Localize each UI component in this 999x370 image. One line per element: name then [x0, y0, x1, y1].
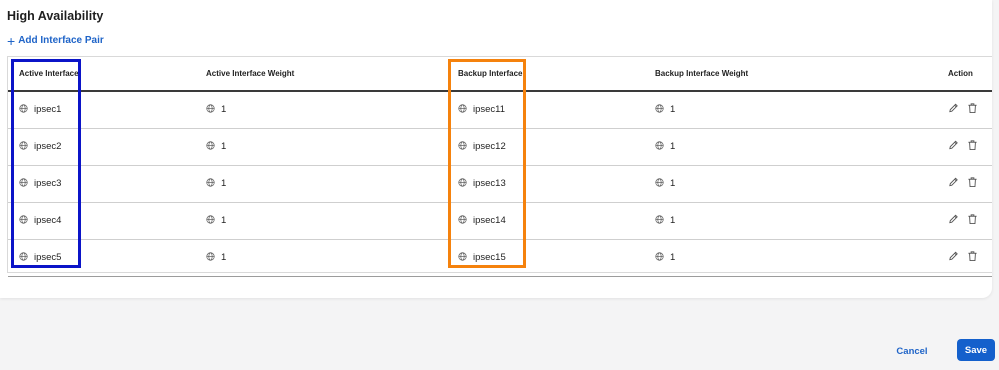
trash-icon[interactable]	[967, 176, 978, 191]
trash-icon[interactable]	[967, 213, 978, 228]
backup-interface-cell: ipsec13	[447, 165, 647, 203]
active-interface-value: ipsec4	[34, 215, 62, 226]
header-backup-interface: Backup Interface	[447, 57, 647, 92]
save-button[interactable]: Save	[957, 339, 995, 361]
globe-icon	[206, 214, 215, 227]
backup-interface-value: ipsec12	[473, 141, 506, 152]
backup-weight-cell: 1	[647, 128, 907, 166]
globe-icon	[655, 177, 664, 190]
active-interface-cell: ipsec2	[8, 128, 195, 166]
backup-interface-cell: ipsec14	[447, 202, 647, 240]
backup-weight-value: 1	[670, 141, 676, 152]
globe-icon	[458, 214, 467, 227]
backup-weight-cell: 1	[647, 239, 907, 277]
active-interface-cell: ipsec4	[8, 202, 195, 240]
table-row: ipsec1 1 ipsec11 1	[8, 91, 992, 129]
globe-icon	[19, 251, 28, 264]
active-weight-cell: 1	[195, 165, 447, 203]
pencil-icon[interactable]	[948, 213, 959, 228]
globe-icon	[655, 140, 664, 153]
trash-icon[interactable]	[967, 250, 978, 265]
plus-icon: +	[7, 32, 16, 49]
interface-pair-table: Active Interface Active Interface Weight…	[7, 56, 992, 277]
globe-icon	[206, 251, 215, 264]
globe-icon	[19, 214, 28, 227]
action-cell	[907, 91, 992, 129]
globe-icon	[206, 177, 215, 190]
backup-interface-value: ipsec13	[473, 178, 506, 189]
backup-weight-cell: 1	[647, 165, 907, 203]
globe-icon	[458, 251, 467, 264]
active-weight-cell: 1	[195, 202, 447, 240]
active-interface-cell: ipsec1	[8, 91, 195, 129]
backup-interface-cell: ipsec15	[447, 239, 647, 277]
globe-icon	[458, 177, 467, 190]
header-active-interface: Active Interface	[8, 57, 195, 92]
backup-interface-cell: ipsec12	[447, 128, 647, 166]
backup-weight-value: 1	[670, 252, 676, 263]
high-availability-card: High Availability + Add Interface Pair A…	[0, 0, 992, 298]
backup-weight-value: 1	[670, 215, 676, 226]
active-interface-cell: ipsec5	[8, 239, 195, 277]
pencil-icon[interactable]	[948, 139, 959, 154]
backup-weight-cell: 1	[647, 91, 907, 129]
globe-icon	[206, 104, 215, 116]
active-weight-value: 1	[221, 104, 227, 116]
table-row: ipsec2 1 ipsec12 1	[8, 128, 992, 166]
add-interface-pair-link[interactable]: + Add Interface Pair	[7, 32, 104, 49]
table-row: ipsec4 1 ipsec14 1	[8, 202, 992, 240]
active-weight-cell: 1	[195, 91, 447, 129]
backup-interface-value: ipsec14	[473, 215, 506, 226]
action-cell	[907, 128, 992, 166]
pencil-icon[interactable]	[948, 250, 959, 265]
table-row: ipsec5 1 ipsec15 1	[8, 239, 992, 277]
globe-icon	[206, 140, 215, 153]
trash-icon[interactable]	[967, 102, 978, 117]
pencil-icon[interactable]	[948, 176, 959, 191]
active-weight-value: 1	[221, 178, 227, 189]
globe-icon	[458, 140, 467, 153]
action-cell	[907, 239, 992, 277]
backup-weight-value: 1	[670, 104, 676, 116]
trash-icon[interactable]	[967, 139, 978, 154]
globe-icon	[19, 140, 28, 153]
pencil-icon[interactable]	[948, 102, 959, 117]
backup-weight-cell: 1	[647, 202, 907, 240]
header-active-interface-weight: Active Interface Weight	[195, 57, 447, 92]
table-row: ipsec3 1 ipsec13 1	[8, 165, 992, 203]
backup-interface-value: ipsec15	[473, 252, 506, 263]
active-interface-value: ipsec2	[34, 141, 62, 152]
globe-icon	[655, 251, 664, 264]
section-title: High Availability	[7, 9, 104, 23]
globe-icon	[19, 104, 28, 116]
backup-interface-cell: ipsec11	[447, 91, 647, 129]
backup-interface-value: ipsec11	[473, 104, 506, 116]
action-cell	[907, 202, 992, 240]
active-weight-cell: 1	[195, 239, 447, 277]
header-action: Action	[907, 57, 992, 92]
action-cell	[907, 165, 992, 203]
table-header-row: Active Interface Active Interface Weight…	[8, 57, 992, 92]
active-interface-value: ipsec1	[34, 104, 62, 116]
globe-icon	[655, 104, 664, 116]
active-weight-cell: 1	[195, 128, 447, 166]
active-weight-value: 1	[221, 252, 227, 263]
globe-icon	[458, 104, 467, 116]
backup-weight-value: 1	[670, 178, 676, 189]
active-interface-cell: ipsec3	[8, 165, 195, 203]
cancel-button[interactable]: Cancel	[883, 341, 941, 361]
active-interface-value: ipsec3	[34, 178, 62, 189]
header-backup-interface-weight: Backup Interface Weight	[647, 57, 907, 92]
active-weight-value: 1	[221, 141, 227, 152]
active-weight-value: 1	[221, 215, 227, 226]
active-interface-value: ipsec5	[34, 252, 62, 263]
globe-icon	[19, 177, 28, 190]
add-interface-pair-label: Add Interface Pair	[18, 35, 104, 46]
globe-icon	[655, 214, 664, 227]
